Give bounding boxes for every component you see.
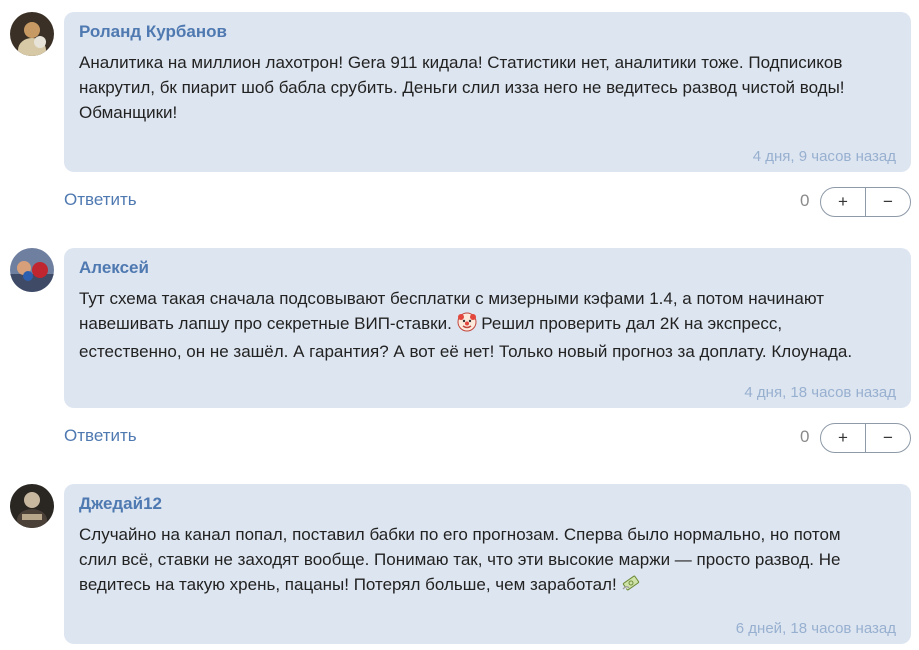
comment-text-line: естественно, он не зашёл. А гарантия? А … [79, 342, 853, 361]
vote-control: + − [820, 423, 911, 453]
comment-text: Случайно на канал попал, поставил бабки … [79, 522, 889, 600]
comment-author[interactable]: Джедай12 [79, 494, 162, 514]
vote-score: 0 [800, 191, 810, 210]
comment-text-line: Обманщики! [79, 103, 178, 122]
comment-text: Тут схема такая сначала подсовывают бесп… [79, 286, 889, 364]
reply-link[interactable]: Ответить [64, 426, 137, 446]
comment-text-line: Аналитика на миллион лахотрон! Gera 911 … [79, 53, 843, 72]
comment-timestamp: 4 дня, 18 часов назад [744, 384, 896, 401]
comment-text-fragment: навешивать лапшу про секретные ВИП-ставк… [79, 314, 452, 333]
upvote-button[interactable]: + [821, 424, 866, 452]
downvote-button[interactable]: − [866, 424, 910, 452]
comment-text-line: слил всё, ставки не заходят вообще. Пони… [79, 550, 841, 569]
vote-score: 0 [800, 427, 810, 446]
comment-bubble: Алексей Тут схема такая сначала подсовыв… [64, 248, 911, 408]
comment-bubble: Джедай12 Случайно на канал попал, постав… [64, 484, 911, 644]
comment-author[interactable]: Алексей [79, 258, 149, 278]
comment-text-line: Тут схема такая сначала подсовывают бесп… [79, 289, 825, 308]
comment-item: Роланд Курбанов Аналитика на миллион лах… [0, 0, 919, 230]
clown-face-icon [457, 312, 477, 339]
comment-author[interactable]: Роланд Курбанов [79, 22, 227, 42]
vote-control: + − [820, 187, 911, 217]
money-with-wings-icon [621, 573, 641, 600]
comment-text-fragment: ведитесь на такую хрень, пацаны! Потерял… [79, 575, 617, 594]
avatar[interactable] [10, 12, 54, 56]
comment-text-line: ведитесь на такую хрень, пацаны! Потерял… [79, 572, 889, 600]
avatar[interactable] [10, 248, 54, 292]
comment-text-line: навешивать лапшу про секретные ВИП-ставк… [79, 311, 889, 339]
reply-link[interactable]: Ответить [64, 190, 137, 210]
comment-text-fragment: Решил проверить дал 2К на экспресс, [481, 314, 783, 333]
comment-timestamp: 6 дней, 18 часов назад [735, 620, 896, 637]
comment-bubble: Роланд Курбанов Аналитика на миллион лах… [64, 12, 911, 172]
comment-item: Джедай12 Случайно на канал попал, постав… [0, 472, 919, 650]
comment-item: Алексей Тут схема такая сначала подсовыв… [0, 236, 919, 466]
comment-text-line: Случайно на канал попал, поставил бабки … [79, 525, 841, 544]
comment-text: Аналитика на миллион лахотрон! Gera 911 … [79, 50, 889, 125]
downvote-button[interactable]: − [866, 188, 910, 216]
avatar[interactable] [10, 484, 54, 528]
comment-text-line: накрутил, бк пиарит шоб бабла срубить. Д… [79, 78, 845, 97]
comment-timestamp: 4 дня, 9 часов назад [752, 148, 896, 165]
upvote-button[interactable]: + [821, 188, 866, 216]
